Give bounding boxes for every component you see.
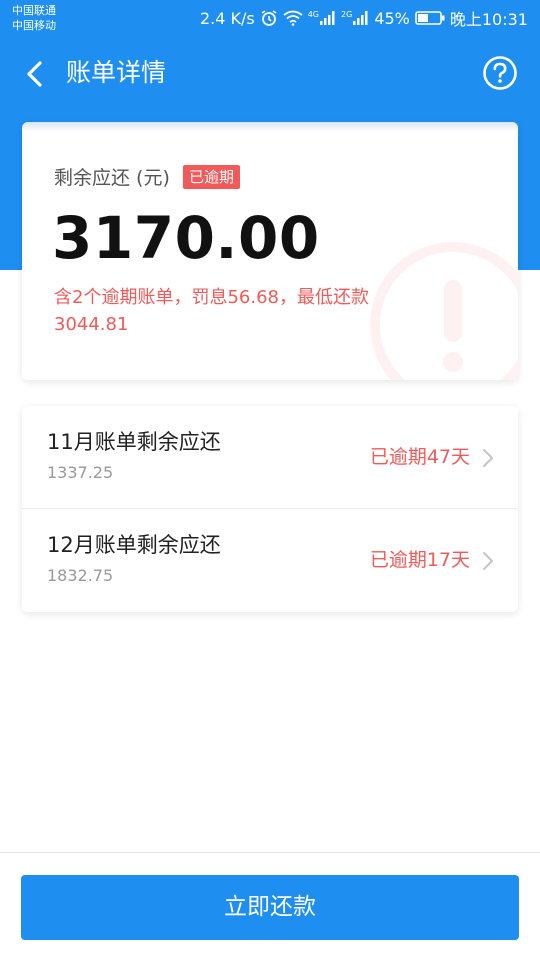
summary-card: 剩余应还 (元) 已逾期 3170.00 含2个逾期账单，罚息56.68，最低还… bbox=[22, 122, 518, 380]
clock-time: 晚上10:31 bbox=[449, 10, 528, 29]
bill-row-december[interactable]: 12月账单剩余应还 1832.75 已逾期17天 bbox=[22, 509, 518, 612]
penalty-note: 含2个逾期账单，罚息56.68，最低还款3044.81 bbox=[54, 287, 369, 335]
bill-amount: 1832.75 bbox=[47, 566, 114, 585]
bill-title: 12月账单剩余应还 bbox=[47, 533, 221, 557]
chevron-right-icon bbox=[483, 449, 493, 467]
bottom-divider bbox=[0, 852, 540, 853]
remaining-amount: 3170.00 bbox=[52, 204, 320, 272]
pay-now-button[interactable]: 立即还款 bbox=[21, 875, 519, 940]
alarm-icon bbox=[261, 10, 277, 26]
carrier-2: 中国移动 bbox=[12, 19, 56, 32]
battery-icon bbox=[415, 11, 445, 25]
help-button[interactable] bbox=[482, 55, 518, 91]
status-indicators: 2.4 K/s 4G 2G 45% 晚上10:31 bbox=[200, 6, 528, 30]
signal-1-icon: 4G bbox=[308, 11, 336, 25]
carrier-1: 中国联通 bbox=[12, 4, 56, 17]
navigation-bar: 账单详情 bbox=[0, 36, 540, 110]
back-button[interactable] bbox=[14, 54, 54, 94]
network-type-2: 2G bbox=[341, 10, 353, 19]
overdue-badge: 已逾期 bbox=[183, 165, 241, 189]
battery-percent: 45% bbox=[374, 8, 410, 28]
bill-row-november[interactable]: 11月账单剩余应还 1337.25 已逾期47天 bbox=[22, 406, 518, 509]
card-top-shadow bbox=[22, 122, 518, 132]
remaining-label: 剩余应还 (元) bbox=[54, 167, 170, 189]
signal-2-icon: 2G bbox=[341, 11, 369, 25]
bills-list: 11月账单剩余应还 1337.25 已逾期47天 12月账单剩余应还 1832.… bbox=[22, 406, 518, 612]
network-type-1: 4G bbox=[307, 10, 320, 19]
page-title: 账单详情 bbox=[66, 58, 167, 87]
question-circle-icon bbox=[483, 56, 517, 90]
alert-watermark-icon bbox=[370, 242, 518, 380]
chevron-right-icon bbox=[483, 552, 493, 570]
chevron-left-icon bbox=[27, 61, 42, 87]
bill-title: 11月账单剩余应还 bbox=[47, 430, 221, 454]
bill-amount: 1337.25 bbox=[47, 463, 114, 482]
carrier-names: 中国联通 中国移动 bbox=[12, 3, 56, 33]
wifi-icon bbox=[283, 10, 303, 26]
status-bar: 中国联通 中国移动 2.4 K/s 4G 2G 45% 晚上10:31 bbox=[0, 0, 540, 36]
bill-overdue-status: 已逾期17天 bbox=[369, 549, 470, 571]
network-speed: 2.4 K/s bbox=[199, 8, 255, 28]
bill-overdue-status: 已逾期47天 bbox=[369, 446, 470, 468]
